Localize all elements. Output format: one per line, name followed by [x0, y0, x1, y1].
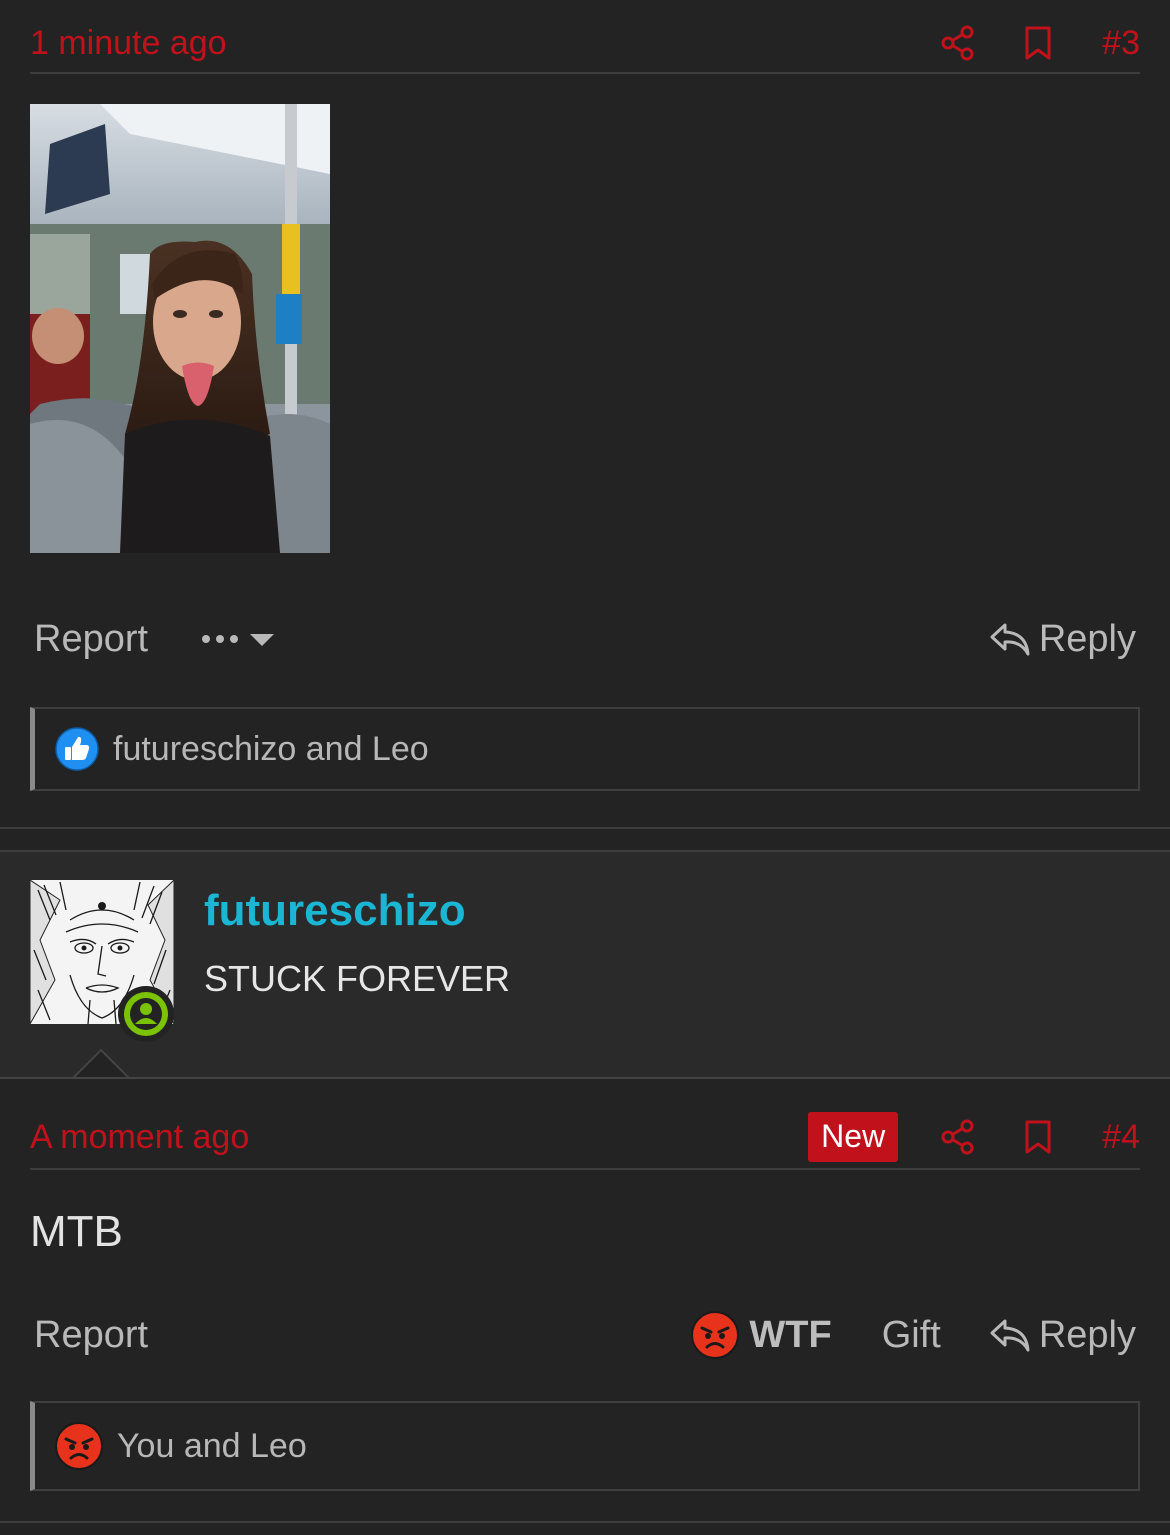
angry-reaction-icon	[691, 1311, 740, 1359]
reply-arrow-icon	[990, 623, 1030, 656]
post-divider	[0, 827, 1170, 829]
post-4-author: futureschizo STUCK FOREVER	[0, 850, 1170, 1080]
post-divider	[0, 1521, 1170, 1523]
reply-button[interactable]: Reply	[989, 618, 1136, 661]
post-3: 1 minute ago #3 Report Reply futureschiz…	[0, 0, 1170, 828]
report-button[interactable]: Report	[34, 1314, 148, 1357]
post-timestamp[interactable]: A moment ago	[30, 1118, 808, 1157]
username[interactable]: futureschizo	[204, 886, 466, 936]
online-user-icon	[124, 992, 168, 1036]
wtf-label: WTF	[749, 1313, 832, 1356]
reply-button[interactable]: Reply	[989, 1314, 1136, 1357]
reactions-text: futureschizo and Leo	[113, 729, 429, 768]
divider-line	[0, 850, 1170, 852]
share-icon[interactable]	[938, 1117, 978, 1157]
online-status-badge	[118, 986, 174, 1042]
reactions-summary[interactable]: futureschizo and Leo	[30, 707, 1140, 791]
report-button[interactable]: Report	[34, 618, 148, 661]
user-title: STUCK FOREVER	[204, 958, 511, 999]
reply-label: Reply	[1038, 1313, 1136, 1356]
post-number[interactable]: #4	[1102, 1118, 1140, 1157]
post-3-actions: Report Reply	[34, 614, 1136, 664]
post-4-actions: Report WTF Gift Reply	[34, 1307, 1136, 1363]
reply-arrow-icon	[990, 1319, 1030, 1352]
gift-button[interactable]: Gift	[882, 1314, 941, 1357]
new-badge: New	[808, 1112, 899, 1162]
post-image[interactable]	[30, 104, 330, 553]
post-body: MTB	[30, 1207, 123, 1256]
reply-label: Reply	[1038, 617, 1136, 660]
like-reaction-icon	[55, 727, 99, 771]
post-timestamp[interactable]: 1 minute ago	[30, 24, 898, 63]
share-icon[interactable]	[938, 23, 978, 63]
more-options-button[interactable]	[200, 629, 280, 649]
post-number[interactable]: #3	[1102, 24, 1140, 63]
post-4: A moment ago New #4 MTB Report WTF Gift …	[0, 1079, 1170, 1535]
post-3-header: 1 minute ago #3	[30, 14, 1140, 74]
more-dots-icon	[202, 634, 275, 646]
reactions-summary[interactable]: You and Leo	[30, 1401, 1140, 1491]
wtf-reaction-button[interactable]: WTF	[691, 1311, 832, 1359]
reactions-text: You and Leo	[117, 1426, 307, 1465]
post-4-header: A moment ago New #4	[30, 1106, 1140, 1170]
angry-reaction-icon	[55, 1422, 103, 1470]
bookmark-icon[interactable]	[1018, 23, 1058, 63]
bookmark-icon[interactable]	[1018, 1117, 1058, 1157]
author-pointer	[72, 1048, 132, 1080]
